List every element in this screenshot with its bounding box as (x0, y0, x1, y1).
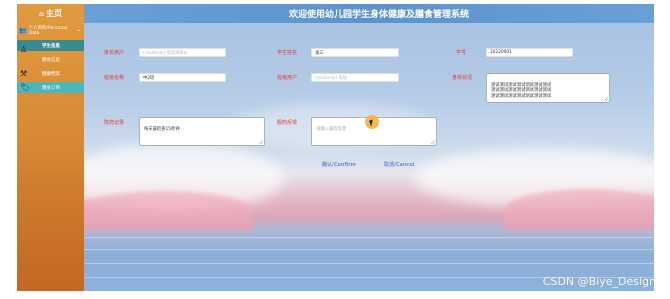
user-icon: ♙ (20, 45, 28, 54)
water-line (84, 249, 654, 250)
hill-decoration (84, 191, 254, 231)
hill-decoration (504, 189, 654, 231)
sidebar-item-label: 膳食订单 (42, 85, 60, 91)
tools-icon: ⚒ (20, 69, 28, 78)
sidebar-item-health-record[interactable]: ⚒ 健康档案 (17, 68, 84, 79)
water-line (84, 237, 654, 238)
sidebar-home-label: 主页 (46, 9, 62, 18)
student-name-label: 学生姓名 (277, 50, 298, 56)
medication-record-text: 每天晨检查15秒钟 (144, 126, 180, 132)
medication-record-textarea[interactable]: 每天晨检查15秒钟 (139, 117, 265, 146)
main-content: 家长用户 [readonly] 请选择家长 学生姓名 张三 学号 2022000… (84, 23, 654, 291)
sidebar-home[interactable]: ⌂ 主页 (17, 8, 84, 19)
parent-user-label: 家长用户 (104, 50, 125, 56)
health-status-label: 身体状况 (452, 75, 473, 81)
medication-record-label: 既药记录 (104, 120, 125, 126)
sidebar-item-meal-order[interactable]: 🏷 膳食订单 (17, 82, 84, 93)
confirm-button[interactable]: 确认/Confirm (322, 161, 356, 168)
sidebar: ⌂ 主页 👥 个人资料/Personal Data ⌄ 学生信息 ♙ 膳食信息 ⚒… (17, 4, 84, 291)
users-icon: 👥 (19, 26, 27, 34)
resize-handle-icon[interactable] (259, 140, 263, 144)
teacher-user-input[interactable]: [readonly] 班级 (311, 73, 399, 82)
top-header: 欢迎使用幼儿园学生身体健康及膳食管理系统 (84, 4, 654, 23)
sidebar-item-label: 学生信息 (42, 43, 60, 49)
app-window: ⌂ 主页 👥 个人资料/Personal Data ⌄ 学生信息 ♙ 膳食信息 ⚒… (17, 4, 654, 291)
medication-reply-label: 服药反馈 (277, 120, 298, 126)
resize-handle-icon[interactable] (431, 140, 435, 144)
student-id-input[interactable]: 20220001 (486, 48, 573, 57)
health-status-text: 测试测试测试测试测试测试测试 测试测试测试测试测试测试测试 测试测试测试测试测试… (491, 82, 552, 99)
resize-handle-icon[interactable] (604, 97, 608, 101)
sidebar-item-meal-info[interactable]: ♙ 膳食信息 (17, 45, 84, 65)
parent-user-input[interactable]: [readonly] 请选择家长 (139, 48, 226, 57)
sidebar-group-label: 个人资料/Personal Data (28, 25, 68, 36)
sidebar-group-personal-data[interactable]: 👥 个人资料/Personal Data ⌄ (17, 25, 84, 36)
cancel-button[interactable]: 取消/Cancel (384, 161, 415, 168)
teacher-user-label: 班级用户 (277, 75, 298, 81)
class-name-input[interactable]: 中2班 (139, 73, 226, 82)
student-name-input[interactable]: 张三 (311, 48, 399, 57)
student-id-label: 学号 (456, 50, 467, 56)
health-status-textarea[interactable]: 测试测试测试测试测试测试测试 测试测试测试测试测试测试测试 测试测试测试测试测试… (486, 73, 610, 103)
page-title: 欢迎使用幼儿园学生身体健康及膳食管理系统 (288, 10, 469, 20)
class-name-label: 班级名称 (104, 75, 125, 81)
sidebar-backdrop (17, 151, 84, 291)
watermark: CSDN @Biye_Design (542, 275, 656, 288)
water-line (84, 263, 654, 264)
medication-reply-placeholder: 请输入服药反馈 (316, 126, 347, 132)
chevron-down-icon: ⌄ (76, 27, 81, 33)
sidebar-item-label: 膳食信息 (42, 57, 60, 63)
home-icon: ⌂ (38, 10, 44, 18)
sidebar-item-label: 健康档案 (42, 71, 60, 77)
tag-icon: 🏷 (20, 83, 31, 92)
